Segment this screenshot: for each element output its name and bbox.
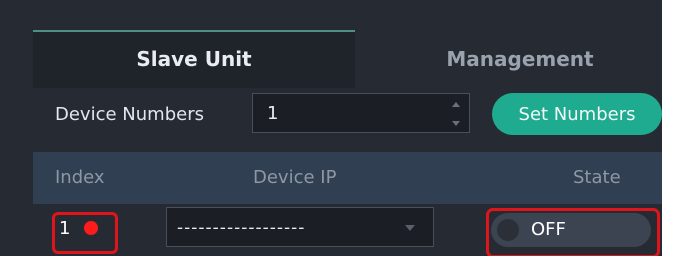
tab-management[interactable]: Management (355, 30, 685, 88)
tab-slave-unit[interactable]: Slave Unit (33, 30, 355, 88)
column-header-index: Index (55, 167, 105, 188)
tab-slave-unit-label: Slave Unit (136, 47, 252, 71)
right-margin (662, 0, 688, 258)
device-numbers-input[interactable]: 1 (252, 93, 470, 133)
spinner-up-icon[interactable] (452, 102, 460, 107)
column-header-state: State (573, 167, 621, 188)
slave-unit-panel: Slave Unit Management Device Numbers 1 S… (0, 0, 688, 258)
toggle-knob (497, 219, 519, 241)
device-numbers-value: 1 (267, 103, 279, 124)
device-numbers-label: Device Numbers (55, 104, 204, 125)
table-header: Index Device IP State (33, 152, 685, 204)
active-tab-indicator (33, 30, 355, 32)
status-dot-icon (84, 221, 98, 235)
tab-management-label: Management (446, 47, 594, 71)
column-header-device-ip: Device IP (253, 167, 337, 188)
device-ip-value: ------------------ (177, 218, 306, 238)
device-ip-select[interactable]: ------------------ (166, 207, 434, 247)
spinner-down-icon[interactable] (452, 121, 460, 126)
set-numbers-button[interactable]: Set Numbers (492, 93, 662, 135)
dropdown-arrow-icon (405, 225, 415, 231)
state-toggle[interactable]: OFF (491, 213, 651, 247)
number-spinner[interactable] (451, 102, 461, 126)
state-value: OFF (531, 219, 566, 240)
row-index: 1 (59, 218, 71, 239)
